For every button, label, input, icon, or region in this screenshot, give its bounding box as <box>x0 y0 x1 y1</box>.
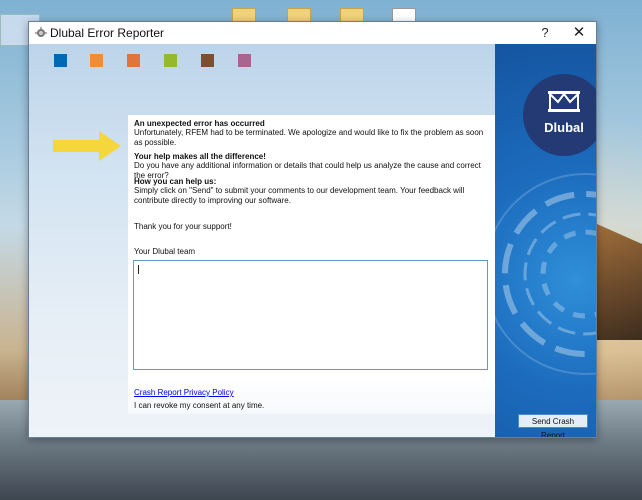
window-title: Dlubal Error Reporter <box>50 26 165 40</box>
color-swatch <box>164 54 177 67</box>
color-swatch <box>90 54 103 67</box>
bridge-icon <box>548 91 580 112</box>
text-caret <box>138 265 139 274</box>
color-swatch <box>127 54 140 67</box>
privacy-policy-link[interactable]: Crash Report Privacy Policy <box>134 388 234 398</box>
bug-icon <box>35 27 47 37</box>
color-swatch <box>201 54 214 67</box>
help-button[interactable]: ? <box>532 24 558 42</box>
comment-textarea[interactable] <box>133 260 488 370</box>
error-description: Unfortunately, RFEM had to be terminated… <box>134 128 484 147</box>
send-crash-report-button[interactable]: Send Crash Report <box>518 414 588 437</box>
error-reporter-window: Dlubal Error Reporter ? ✕ An unexpected … <box>28 21 597 438</box>
signoff-text: Your Dlubal team <box>134 247 196 256</box>
message-panel: An unexpected error has occurred Unfortu… <box>128 115 495 414</box>
how-description: Simply click on "Send" to submit your co… <box>134 186 465 205</box>
consent-text: I can revoke my consent at any time. <box>134 401 265 410</box>
title-bar[interactable]: Dlubal Error Reporter ? ✕ <box>29 22 596 44</box>
color-swatch <box>54 54 67 67</box>
window-content: An unexpected error has occurred Unfortu… <box>29 44 596 437</box>
arrow-right-icon <box>53 131 121 161</box>
close-button[interactable]: ✕ <box>566 24 592 42</box>
thanks-text: Thank you for your support! <box>134 222 232 231</box>
logo-text: Dlubal <box>544 120 584 135</box>
color-swatch <box>238 54 251 67</box>
dlubal-logo: Dlubal <box>523 74 596 156</box>
